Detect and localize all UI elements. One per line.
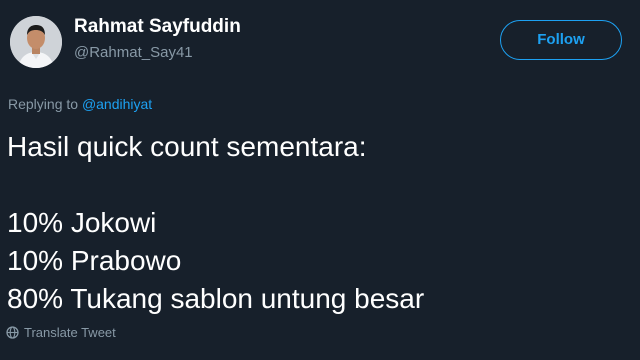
author-display-name[interactable]: Rahmat Sayfuddin <box>74 16 241 38</box>
tweet-text-line: Hasil quick count sementara: <box>7 131 367 162</box>
avatar[interactable] <box>10 16 62 68</box>
translate-tweet-link[interactable]: Translate Tweet <box>6 325 116 340</box>
author-handle[interactable]: @Rahmat_Say41 <box>74 44 193 61</box>
tweet-text-line: 10% Prabowo <box>7 245 182 276</box>
translate-tweet-label: Translate Tweet <box>24 325 116 340</box>
avatar-image <box>10 16 62 68</box>
follow-button[interactable]: Follow <box>500 20 622 60</box>
tweet-text-line: 80% Tukang sablon untung besar <box>7 283 425 314</box>
globe-icon <box>6 326 19 339</box>
reply-mention-link[interactable]: @andihiyat <box>82 96 152 112</box>
replying-to: Replying to @andihiyat <box>8 96 152 112</box>
tweet-text: Hasil quick count sementara: 10% Jokowi … <box>7 128 627 318</box>
replying-to-label: Replying to <box>8 96 82 112</box>
tweet-card: Rahmat Sayfuddin @Rahmat_Say41 Follow Re… <box>0 0 640 360</box>
tweet-text-line: 10% Jokowi <box>7 207 157 238</box>
